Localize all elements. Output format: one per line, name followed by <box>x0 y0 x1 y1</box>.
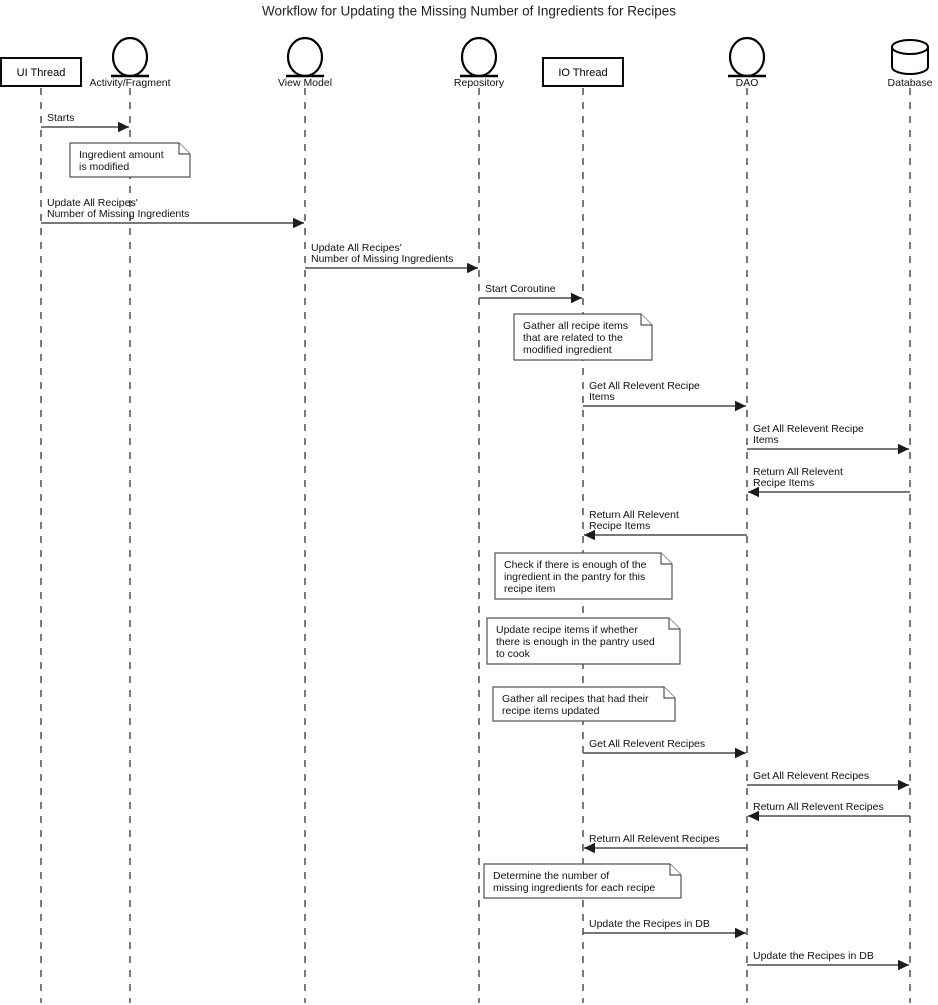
diagram-title: Workflow for Updating the Missing Number… <box>262 4 676 19</box>
message-label: Update the Recipes in DB <box>753 950 874 962</box>
participant-label: UI Thread <box>17 67 66 79</box>
participant-dao[interactable]: DAO <box>728 36 766 89</box>
message-arrowhead <box>735 927 746 939</box>
message-label: Recipe Items <box>753 477 814 489</box>
message-m4[interactable]: Start Coroutine <box>479 283 582 304</box>
participant-view-model[interactable]: View Model <box>278 36 332 89</box>
note-line: modified ingredient <box>523 344 612 356</box>
message-arrowhead <box>571 292 582 304</box>
note-line: Gather all recipe items <box>523 320 628 332</box>
message-m2[interactable]: Update All Recipes'Number of Missing Ing… <box>41 197 304 229</box>
note-line: Gather all recipes that had their <box>502 693 649 705</box>
message-label: Get All Relevent Recipes <box>589 738 705 750</box>
lifelines-layer <box>40 88 911 1003</box>
note-line: to cook <box>496 648 531 660</box>
message-m13[interactable]: Update the Recipes in DB <box>583 918 746 939</box>
note-line: there is enough in the pantry used <box>496 636 655 648</box>
message-m12[interactable]: Return All Relevent Recipes <box>584 833 747 854</box>
interface-circle-icon <box>286 36 324 78</box>
message-arrowhead <box>118 121 129 133</box>
message-arrowhead <box>898 443 909 455</box>
note-n4[interactable]: Update recipe items if whetherthere is e… <box>486 617 681 665</box>
participant-label: Repository <box>454 77 505 89</box>
message-label: Get All Relevent Recipes <box>753 770 869 782</box>
note-fold-corner-icon <box>668 618 680 630</box>
message-arrowhead <box>898 959 909 971</box>
participant-label: DAO <box>736 77 759 89</box>
note-line: recipe item <box>504 583 556 595</box>
participant-activity-fragment[interactable]: Activity/Fragment <box>89 36 171 89</box>
message-label: Number of Missing Ingredients <box>47 208 189 220</box>
message-m3[interactable]: Update All Recipes'Number of Missing Ing… <box>305 242 478 274</box>
title-layer: Workflow for Updating the Missing Number… <box>262 4 676 19</box>
note-line: that are related to the <box>523 332 623 344</box>
participant-repository[interactable]: Repository <box>454 36 505 89</box>
note-line: Check if there is enough of the <box>504 559 647 571</box>
note-line: recipe items updated <box>502 705 600 717</box>
message-label: Number of Missing Ingredients <box>311 253 453 265</box>
note-n5[interactable]: Gather all recipes that had theirrecipe … <box>492 686 676 722</box>
note-line: Ingredient amount <box>79 149 164 161</box>
note-line: missing ingredients for each recipe <box>493 882 655 894</box>
message-label: Recipe Items <box>589 520 650 532</box>
note-n3[interactable]: Check if there is enough of theingredien… <box>494 552 673 600</box>
message-label: Return All Relevent Recipes <box>589 833 720 845</box>
message-arrowhead <box>735 747 746 759</box>
messages-layer: Starts Update All Recipes'Number of Missi… <box>41 112 910 971</box>
message-label: Start Coroutine <box>485 283 556 295</box>
message-m9[interactable]: Get All Relevent Recipes <box>583 738 746 759</box>
message-m7[interactable]: Return All ReleventRecipe Items <box>748 466 910 498</box>
note-line: ingredient in the pantry for this <box>504 571 645 583</box>
note-fold-corner-icon <box>669 864 681 876</box>
message-m14[interactable]: Update the Recipes in DB <box>747 950 909 971</box>
message-m8[interactable]: Return All ReleventRecipe Items <box>584 509 747 541</box>
participant-label: IO Thread <box>558 67 607 79</box>
participants-layer: UI Thread Activity/Fragment View Model Repo… <box>0 36 933 89</box>
participant-io-thread[interactable]: IO Thread <box>542 57 624 87</box>
note-fold-corner-icon <box>660 553 672 565</box>
participant-label: Database <box>888 77 933 89</box>
message-label: Return All Relevent Recipes <box>753 801 884 813</box>
participant-database[interactable]: Database <box>888 39 933 89</box>
message-m11[interactable]: Return All Relevent Recipes <box>748 801 910 822</box>
note-fold-corner-icon <box>663 687 675 699</box>
interface-circle-icon <box>460 36 498 78</box>
message-m6[interactable]: Get All Relevent RecipeItems <box>747 423 909 455</box>
note-line: Update recipe items if whether <box>496 624 638 636</box>
message-m10[interactable]: Get All Relevent Recipes <box>747 770 909 791</box>
interface-circle-icon <box>728 36 766 78</box>
note-fold-corner-icon <box>178 143 190 155</box>
participant-label: View Model <box>278 77 332 89</box>
message-m5[interactable]: Get All Relevent RecipeItems <box>583 380 746 412</box>
message-label: Update the Recipes in DB <box>589 918 710 930</box>
participant-label: Activity/Fragment <box>89 77 170 89</box>
note-line: is modified <box>79 161 129 173</box>
sequence-diagram-svg: Workflow for Updating the Missing Number… <box>0 4 933 1003</box>
participant-ui-thread[interactable]: UI Thread <box>0 57 82 87</box>
message-arrowhead <box>293 217 304 229</box>
note-n6[interactable]: Determine the number ofmissing ingredien… <box>483 863 682 899</box>
message-label: Items <box>589 391 615 403</box>
sequence-diagram-canvas: Workflow for Updating the Missing Number… <box>0 0 938 1005</box>
interface-circle-icon <box>111 36 149 78</box>
message-label: Items <box>753 434 779 446</box>
message-arrowhead <box>735 400 746 412</box>
message-label: Starts <box>47 112 74 124</box>
note-line: Determine the number of <box>493 870 609 882</box>
message-arrowhead <box>467 262 478 274</box>
message-arrowhead <box>898 779 909 791</box>
note-n1[interactable]: Ingredient amountis modified <box>69 142 191 178</box>
note-n2[interactable]: Gather all recipe itemsthat are related … <box>513 313 653 361</box>
database-cylinder-top-icon <box>891 39 929 55</box>
message-m1[interactable]: Starts <box>41 112 129 133</box>
